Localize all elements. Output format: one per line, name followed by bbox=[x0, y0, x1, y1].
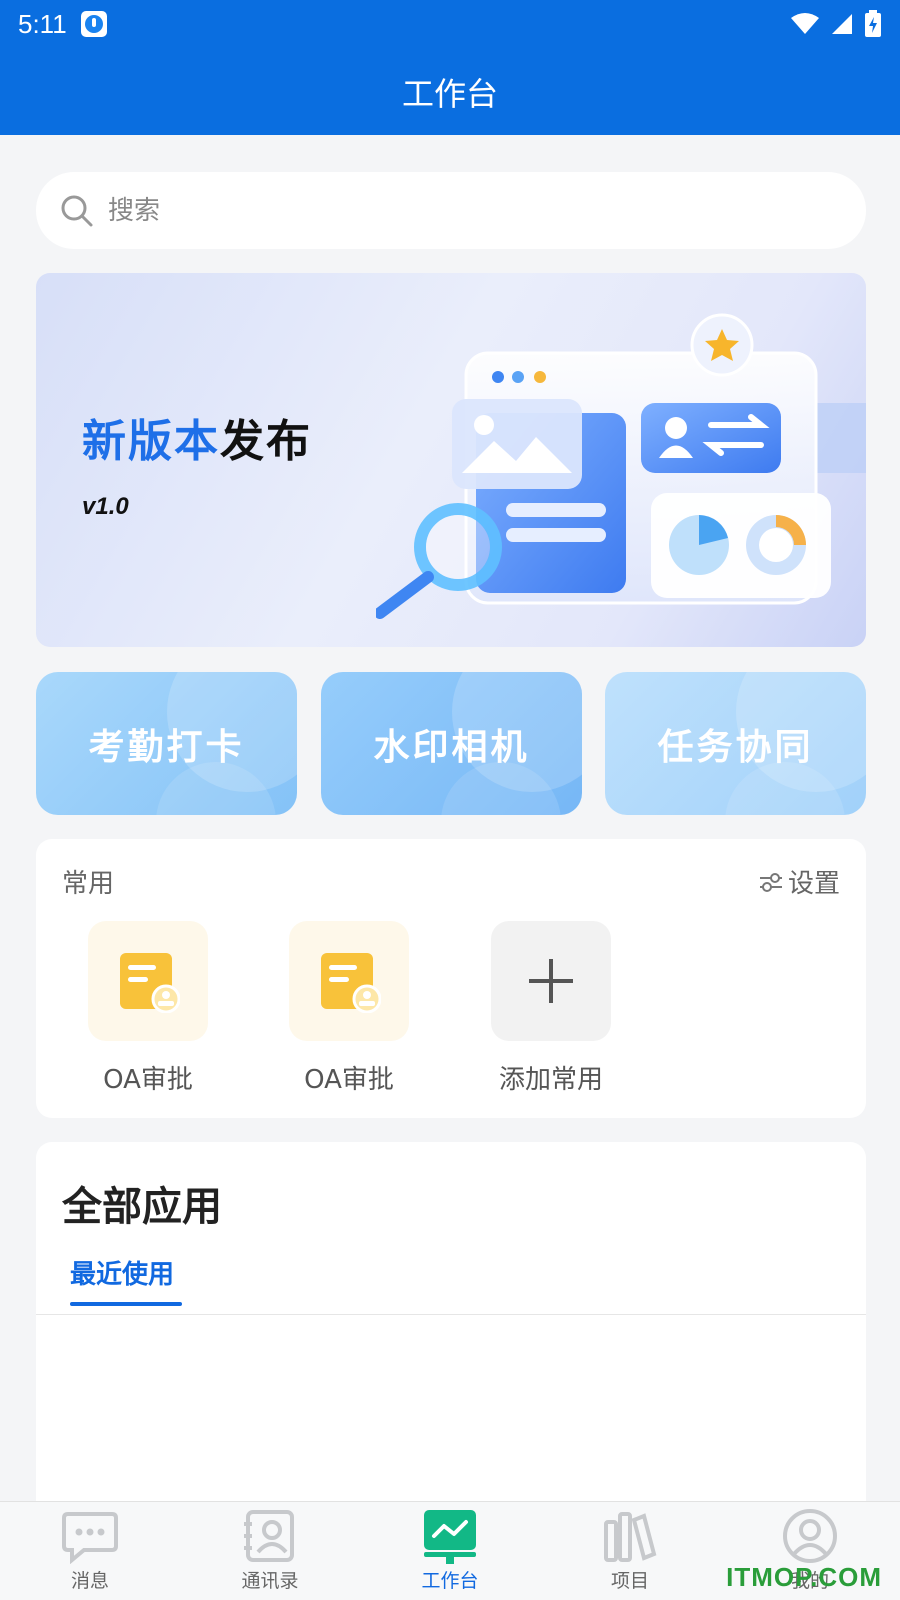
page-title: 工作台 bbox=[401, 74, 498, 113]
banner-title-rest: 发布 bbox=[220, 416, 312, 467]
microphone-icon bbox=[80, 11, 107, 37]
common-title: 常用 bbox=[62, 869, 115, 899]
add-common-app-button[interactable]: 添加常用 bbox=[481, 921, 621, 1096]
quick-attendance-button[interactable]: 考勤打卡 bbox=[36, 672, 297, 815]
promo-banner[interactable]: 新版本发布 v1.0 bbox=[36, 273, 866, 647]
status-icons bbox=[790, 10, 882, 38]
chat-icon bbox=[62, 1512, 118, 1564]
document-stamp-icon bbox=[289, 921, 409, 1041]
nav-label: 工作台 bbox=[421, 1570, 479, 1592]
app-label: 添加常用 bbox=[498, 1065, 603, 1095]
nav-item-contacts[interactable]: 通讯录 bbox=[180, 1502, 360, 1600]
sliders-icon bbox=[759, 872, 782, 892]
books-icon bbox=[604, 1512, 657, 1562]
app-label: OA审批 bbox=[103, 1065, 193, 1095]
quick-task-collab-label: 任务协同 bbox=[657, 726, 814, 768]
search-input[interactable] bbox=[108, 195, 788, 226]
tab-recent[interactable]: 最近使用 bbox=[70, 1254, 174, 1291]
common-app-oa-approval-2[interactable]: OA审批 bbox=[279, 921, 419, 1096]
nav-item-workbench[interactable]: 工作台 bbox=[360, 1502, 540, 1600]
quick-task-collab-button[interactable]: 任务协同 bbox=[605, 672, 866, 815]
watermark-text: ITMOP.COM bbox=[726, 1562, 882, 1592]
quick-attendance-label: 考勤打卡 bbox=[88, 726, 245, 768]
contacts-icon bbox=[244, 1510, 294, 1562]
banner-version: v1.0 bbox=[82, 493, 129, 520]
quick-watermark-camera-label: 水印相机 bbox=[373, 726, 530, 768]
all-apps-card: 全部应用 最近使用 bbox=[36, 1142, 866, 1502]
common-apps-card: 常用 设置 OA审批 OA审批 添加常用 bbox=[36, 839, 866, 1118]
status-time: 5:11 bbox=[18, 8, 67, 39]
nav-label: 消息 bbox=[70, 1570, 109, 1592]
banner-title: 新版本发布 bbox=[82, 405, 312, 469]
workbench-icon bbox=[424, 1510, 476, 1564]
quick-watermark-camera-button[interactable]: 水印相机 bbox=[321, 672, 582, 815]
settings-label: 设置 bbox=[787, 869, 840, 899]
search-bar[interactable] bbox=[36, 172, 866, 249]
status-bar: 5:11 bbox=[0, 0, 900, 48]
nav-item-projects[interactable]: 项目 bbox=[540, 1502, 720, 1600]
wifi-icon bbox=[791, 13, 819, 34]
search-icon bbox=[61, 195, 93, 226]
settings-button[interactable]: 设置 bbox=[758, 863, 840, 900]
nav-label: 项目 bbox=[610, 1570, 649, 1592]
banner-illustration bbox=[376, 313, 866, 619]
nav-label: 通讯录 bbox=[241, 1570, 299, 1592]
app-header: 工作台 bbox=[0, 48, 900, 135]
plus-icon bbox=[491, 921, 611, 1041]
banner-title-highlight: 新版本 bbox=[82, 416, 220, 467]
nav-item-messages[interactable]: 消息 bbox=[0, 1502, 180, 1600]
tab-active-indicator bbox=[70, 1302, 182, 1306]
document-stamp-icon bbox=[88, 921, 208, 1041]
app-label: OA审批 bbox=[304, 1065, 394, 1095]
divider bbox=[36, 1314, 866, 1315]
profile-icon bbox=[783, 1509, 837, 1563]
signal-icon bbox=[832, 14, 852, 34]
all-apps-title: 全部应用 bbox=[62, 1184, 222, 1230]
battery-icon bbox=[865, 10, 881, 37]
common-app-oa-approval[interactable]: OA审批 bbox=[78, 921, 218, 1096]
